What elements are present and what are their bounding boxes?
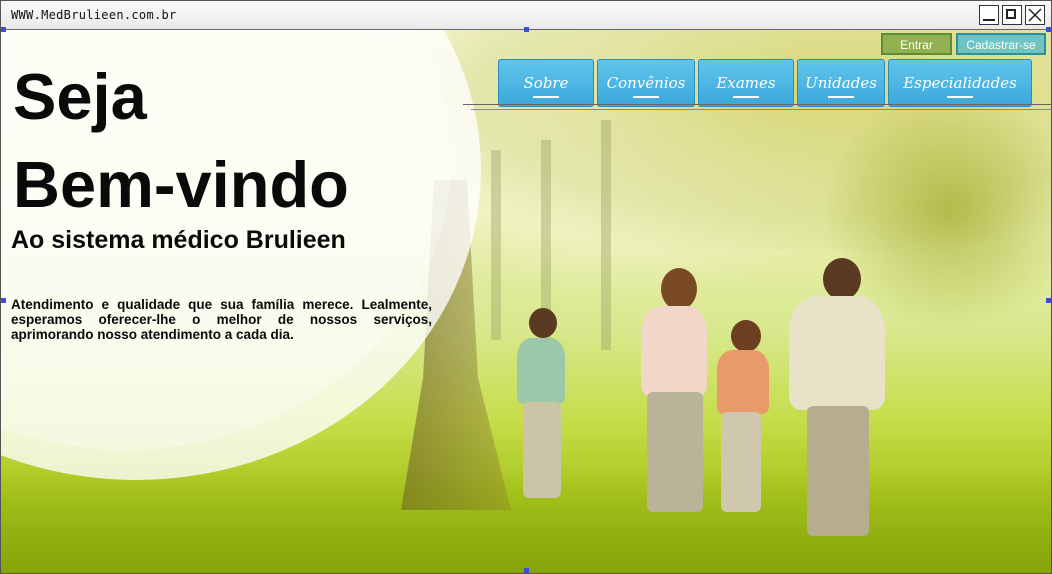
hero-title-line1: Seja xyxy=(13,60,147,133)
browser-window: WWW.MedBrulieen.com.br Seja Bem-vindo Ao… xyxy=(0,0,1052,574)
title-bar: WWW.MedBrulieen.com.br xyxy=(1,1,1051,30)
resize-handle[interactable] xyxy=(1046,298,1051,303)
nav-divider xyxy=(471,109,1051,110)
window-title: WWW.MedBrulieen.com.br xyxy=(11,8,177,22)
close-button[interactable] xyxy=(1025,5,1045,25)
palm-trunk xyxy=(491,150,501,340)
maximize-button[interactable] xyxy=(1002,5,1022,25)
hero-title-line2: Bem-vindo xyxy=(13,148,349,221)
hero-title: Seja Bem-vindo xyxy=(13,53,349,229)
resize-handle[interactable] xyxy=(1046,27,1051,32)
nav-convenios-label: Convênios xyxy=(606,74,686,92)
nav-underline xyxy=(947,96,973,98)
resize-handle[interactable] xyxy=(524,27,529,32)
maximize-icon xyxy=(1006,9,1016,19)
resize-handle[interactable] xyxy=(1,27,6,32)
nav-unidades[interactable]: Unidades xyxy=(797,59,885,107)
tree-foliage-right xyxy=(821,90,1051,330)
nav-sobre[interactable]: Sobre xyxy=(498,59,594,107)
close-icon xyxy=(1028,8,1042,22)
nav-especialidades-label: Especialidades xyxy=(903,74,1017,92)
hero-description: Atendimento e qualidade que sua família … xyxy=(11,297,432,342)
hero-background-image: Seja Bem-vindo Ao sistema médico Bruliee… xyxy=(1,30,1051,573)
nav-underline xyxy=(733,96,759,98)
nav-exames[interactable]: Exames xyxy=(698,59,794,107)
nav-underline xyxy=(828,96,854,98)
nav-underline xyxy=(633,96,659,98)
main-nav: Sobre Convênios Exames Unidades Especial… xyxy=(498,59,1032,107)
minimize-icon xyxy=(983,19,995,21)
resize-handle[interactable] xyxy=(1,298,6,303)
hero-subtitle: Ao sistema médico Brulieen xyxy=(11,226,346,254)
nav-sobre-label: Sobre xyxy=(523,74,569,92)
nav-convenios[interactable]: Convênios xyxy=(597,59,695,107)
login-button[interactable]: Entrar xyxy=(881,33,952,55)
minimize-button[interactable] xyxy=(979,5,999,25)
nav-divider xyxy=(463,104,1051,105)
signup-button[interactable]: Cadastrar-se xyxy=(956,33,1046,55)
nav-unidades-label: Unidades xyxy=(805,74,877,92)
nav-exames-label: Exames xyxy=(716,74,776,92)
palm-trunk xyxy=(601,120,611,350)
resize-handle[interactable] xyxy=(524,568,529,573)
nav-underline xyxy=(533,96,559,98)
nav-especialidades[interactable]: Especialidades xyxy=(888,59,1032,107)
